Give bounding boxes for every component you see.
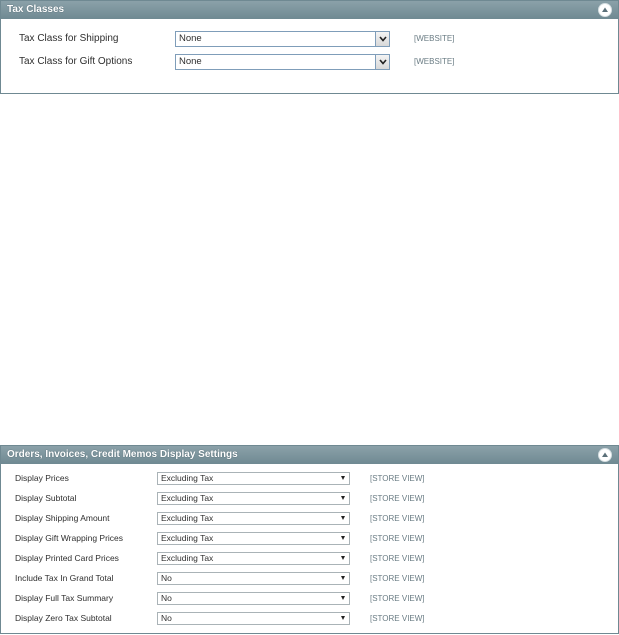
scope-badge: [STORE VIEW] xyxy=(370,514,425,523)
select-value: No xyxy=(161,613,172,623)
include-tax-in-grand-total-select[interactable]: No xyxy=(157,572,350,585)
setting-row-tax-class-shipping: Tax Class for Shipping None [WEBSITE] xyxy=(1,31,618,49)
select-value: No xyxy=(161,593,172,603)
setting-row-display-gift-wrapping-prices: Display Gift Wrapping Prices Excluding T… xyxy=(1,532,618,550)
display-gift-wrapping-prices-select[interactable]: Excluding Tax xyxy=(157,532,350,545)
tax-classes-section: Tax Classes Tax Class for Shipping None … xyxy=(0,0,619,94)
chevron-down-icon xyxy=(341,616,345,620)
chevron-down-icon xyxy=(341,576,345,580)
select-value: Excluding Tax xyxy=(161,553,214,563)
tax-class-gift-options-select[interactable]: None xyxy=(175,54,390,70)
setting-label: Display Prices xyxy=(15,473,69,483)
scope-badge: [STORE VIEW] xyxy=(370,534,425,543)
setting-label: Display Printed Card Prices xyxy=(15,553,119,563)
section-title: Tax Classes xyxy=(7,4,65,15)
scope-badge: [STORE VIEW] xyxy=(370,474,425,483)
setting-row-display-subtotal: Display Subtotal Excluding Tax [STORE VI… xyxy=(1,492,618,510)
display-prices-select[interactable]: Excluding Tax xyxy=(157,472,350,485)
setting-row-display-printed-card-prices: Display Printed Card Prices Excluding Ta… xyxy=(1,552,618,570)
setting-row-display-full-tax-summary: Display Full Tax Summary No [STORE VIEW] xyxy=(1,592,618,610)
select-value: Excluding Tax xyxy=(161,473,214,483)
setting-label: Display Zero Tax Subtotal xyxy=(15,613,112,623)
tax-class-shipping-select[interactable]: None xyxy=(175,31,390,47)
setting-label: Display Full Tax Summary xyxy=(15,593,114,603)
setting-row-display-zero-tax-subtotal: Display Zero Tax Subtotal No [STORE VIEW… xyxy=(1,612,618,630)
scope-badge: [WEBSITE] xyxy=(414,34,455,43)
scope-badge: [WEBSITE] xyxy=(414,57,455,66)
setting-label: Include Tax In Grand Total xyxy=(15,573,114,583)
display-full-tax-summary-select[interactable]: No xyxy=(157,592,350,605)
select-value: No xyxy=(161,573,172,583)
chevron-down-icon xyxy=(341,596,345,600)
setting-row-include-tax-in-grand-total: Include Tax In Grand Total No [STORE VIE… xyxy=(1,572,618,590)
setting-label: Display Gift Wrapping Prices xyxy=(15,533,124,543)
select-value: Excluding Tax xyxy=(161,533,214,543)
orders-display-settings-header[interactable]: Orders, Invoices, Credit Memos Display S… xyxy=(1,446,618,464)
chevron-down-icon[interactable] xyxy=(375,32,389,46)
scope-badge: [STORE VIEW] xyxy=(370,494,425,503)
scope-badge: [STORE VIEW] xyxy=(370,614,425,623)
chevron-down-icon xyxy=(341,476,345,480)
collapse-up-icon[interactable] xyxy=(598,3,612,17)
chevron-down-icon xyxy=(341,496,345,500)
setting-row-tax-class-gift-options: Tax Class for Gift Options None [WEBSITE… xyxy=(1,54,618,72)
scope-badge: [STORE VIEW] xyxy=(370,574,425,583)
setting-row-display-shipping-amount: Display Shipping Amount Excluding Tax [S… xyxy=(1,512,618,530)
chevron-down-icon xyxy=(341,536,345,540)
setting-label: Tax Class for Gift Options xyxy=(19,56,133,67)
scope-badge: [STORE VIEW] xyxy=(370,554,425,563)
display-zero-tax-subtotal-select[interactable]: No xyxy=(157,612,350,625)
chevron-down-icon xyxy=(341,556,345,560)
orders-display-settings-section: Orders, Invoices, Credit Memos Display S… xyxy=(0,445,619,634)
scope-badge: [STORE VIEW] xyxy=(370,594,425,603)
setting-row-display-prices: Display Prices Excluding Tax [STORE VIEW… xyxy=(1,472,618,490)
select-value: Excluding Tax xyxy=(161,493,214,503)
select-value: None xyxy=(179,56,202,67)
section-title: Orders, Invoices, Credit Memos Display S… xyxy=(7,449,238,460)
display-shipping-amount-select[interactable]: Excluding Tax xyxy=(157,512,350,525)
chevron-down-icon[interactable] xyxy=(375,55,389,69)
setting-label: Display Shipping Amount xyxy=(15,513,110,523)
setting-label: Tax Class for Shipping xyxy=(19,33,119,44)
display-printed-card-prices-select[interactable]: Excluding Tax xyxy=(157,552,350,565)
chevron-down-icon xyxy=(341,516,345,520)
display-subtotal-select[interactable]: Excluding Tax xyxy=(157,492,350,505)
collapse-up-icon[interactable] xyxy=(598,448,612,462)
tax-classes-header[interactable]: Tax Classes xyxy=(1,1,618,19)
setting-label: Display Subtotal xyxy=(15,493,77,503)
select-value: None xyxy=(179,33,202,44)
select-value: Excluding Tax xyxy=(161,513,214,523)
